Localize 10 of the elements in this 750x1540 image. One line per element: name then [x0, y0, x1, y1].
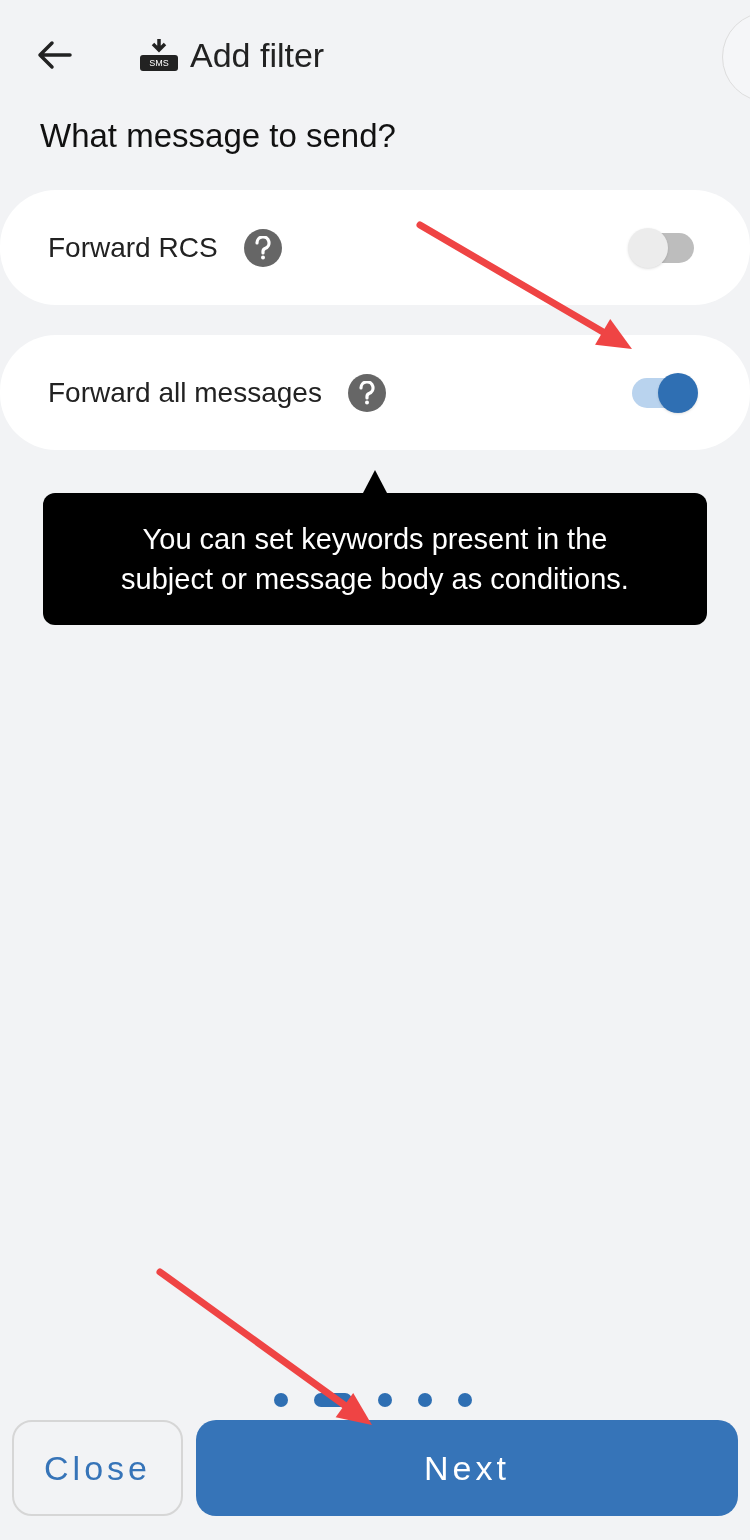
screen-title: Add filter: [190, 34, 325, 76]
option-label: Forward RCS: [48, 230, 218, 265]
question-heading: What message to send?: [39, 116, 397, 156]
tooltip-text: You can set keywords present in the subject or message body as conditions.: [120, 522, 630, 597]
help-icon[interactable]: [243, 228, 282, 267]
next-button[interactable]: Next: [196, 1420, 738, 1516]
option-label: Forward all messages: [48, 375, 322, 410]
back-arrow-icon[interactable]: [36, 40, 72, 70]
help-icon[interactable]: [347, 373, 386, 412]
close-button[interactable]: Close: [12, 1420, 183, 1516]
